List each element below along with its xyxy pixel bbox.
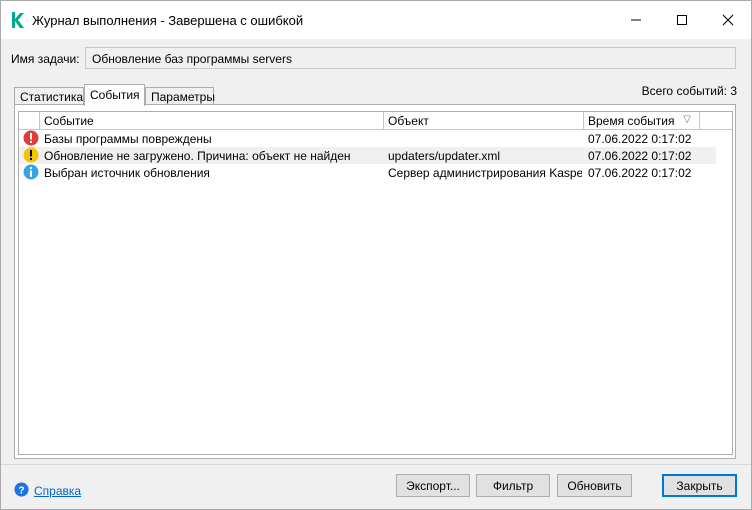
svg-text:?: ?: [18, 485, 24, 496]
minimize-icon: [631, 19, 641, 21]
task-log-window: Журнал выполнения - Завершена с ошибкой …: [0, 0, 752, 510]
close-window-button[interactable]: [705, 1, 751, 39]
header-icon-column[interactable]: [19, 112, 40, 129]
maximize-icon: [677, 15, 687, 25]
event-cell: Выбран источник обновления: [44, 166, 210, 180]
table-row[interactable]: Обновление не загружено. Причина: объект…: [19, 147, 716, 164]
export-button[interactable]: Экспорт...: [396, 474, 470, 497]
header-time-label: Время события: [588, 114, 675, 128]
window-title: Журнал выполнения - Завершена с ошибкой: [32, 13, 304, 28]
error-icon: [23, 130, 39, 146]
warning-icon: [23, 147, 39, 163]
help-link[interactable]: Справка: [34, 484, 81, 498]
tab-events[interactable]: События: [84, 84, 145, 106]
sort-descending-icon: ▽: [683, 114, 691, 125]
kaspersky-logo-icon: [12, 12, 24, 28]
close-button[interactable]: Закрыть: [662, 474, 737, 497]
event-cell: Обновление не загружено. Причина: объект…: [44, 149, 351, 163]
total-events-count: Всего событий: 3: [641, 84, 737, 98]
maximize-button[interactable]: [659, 1, 705, 39]
time-cell: 07.06.2022 0:17:02: [588, 149, 692, 163]
events-panel: Событие Объект Время события ▽ Базы прог…: [14, 104, 736, 459]
event-cell: Базы программы повреждены: [44, 132, 212, 146]
tab-statistics[interactable]: Статистика: [14, 87, 84, 105]
table-row[interactable]: Выбран источник обновления Сервер админи…: [19, 164, 716, 181]
task-name-field[interactable]: Обновление баз программы servers: [85, 47, 736, 69]
minimize-button[interactable]: [613, 1, 659, 39]
tab-parameters[interactable]: Параметры: [145, 87, 215, 105]
object-cell: [388, 130, 582, 147]
table-row[interactable]: Базы программы повреждены 07.06.2022 0:1…: [19, 130, 716, 147]
time-cell: 07.06.2022 0:17:02: [588, 132, 692, 146]
help-icon[interactable]: ?: [14, 482, 29, 497]
info-icon: [23, 164, 39, 180]
table-header: Событие Объект Время события ▽: [19, 112, 732, 130]
footer-divider: [1, 464, 751, 465]
filter-button[interactable]: Фильтр: [476, 474, 550, 497]
refresh-button[interactable]: Обновить: [557, 474, 632, 497]
time-cell: 07.06.2022 0:17:02: [588, 166, 692, 180]
events-table[interactable]: Событие Объект Время события ▽ Базы прог…: [18, 111, 733, 455]
header-event[interactable]: Событие: [40, 112, 384, 129]
task-name-label: Имя задачи:: [11, 52, 80, 66]
header-time[interactable]: Время события ▽: [584, 112, 700, 129]
close-icon: [722, 14, 734, 26]
object-cell: Сервер администрирования Kaspe...: [388, 166, 582, 180]
header-object[interactable]: Объект: [384, 112, 584, 129]
title-bar: Журнал выполнения - Завершена с ошибкой: [1, 1, 751, 39]
object-cell: updaters/updater.xml: [388, 149, 501, 163]
